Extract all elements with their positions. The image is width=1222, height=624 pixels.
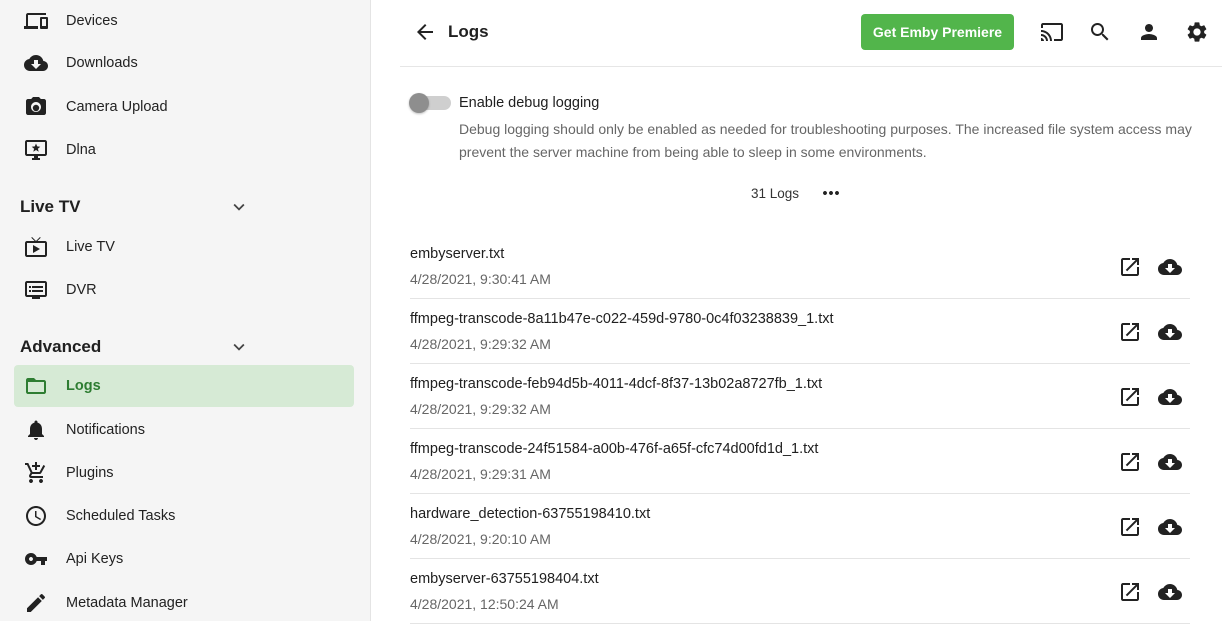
gear-icon[interactable]: [1185, 20, 1209, 44]
debug-logging-toggle[interactable]: [409, 93, 453, 113]
log-date: 4/28/2021, 9:29:31 AM: [410, 466, 551, 482]
sidebar-item-label: Api Keys: [66, 551, 124, 567]
cloud-download-icon[interactable]: [1158, 450, 1182, 474]
back-arrow-icon[interactable]: [413, 20, 437, 44]
sidebar-item-label: Logs: [66, 378, 101, 394]
cloud-download-icon: [24, 51, 48, 75]
log-date: 4/28/2021, 9:20:10 AM: [410, 531, 551, 547]
open-in-new-icon[interactable]: [1118, 450, 1142, 474]
live-tv-icon: [24, 235, 48, 259]
cloud-download-icon[interactable]: [1158, 385, 1182, 409]
dvr-icon: [24, 278, 48, 302]
open-in-new-icon[interactable]: [1118, 580, 1142, 604]
open-in-new-icon[interactable]: [1118, 515, 1142, 539]
log-date: 4/28/2021, 9:29:32 AM: [410, 336, 551, 352]
log-file-name[interactable]: ffmpeg-transcode-24f51584-a00b-476f-a65f…: [410, 441, 818, 457]
sidebar-item-label: DVR: [66, 282, 97, 298]
sidebar-item-logs[interactable]: Logs: [14, 365, 354, 407]
sidebar-item-notifications[interactable]: Notifications: [14, 409, 354, 451]
open-in-new-icon[interactable]: [1118, 255, 1142, 279]
cast-icon[interactable]: [1040, 20, 1064, 44]
cloud-download-icon[interactable]: [1158, 320, 1182, 344]
sidebar-item-label: Dlna: [66, 142, 96, 158]
log-date: 4/28/2021, 12:50:24 AM: [410, 596, 559, 612]
key-icon: [24, 547, 48, 571]
sidebar-item-label: Devices: [66, 13, 118, 29]
pencil-icon: [24, 591, 48, 615]
sidebar-item-scheduled-tasks[interactable]: Scheduled Tasks: [14, 495, 354, 537]
user-icon[interactable]: [1137, 20, 1161, 44]
sidebar-item-label: Live TV: [66, 239, 115, 255]
search-icon[interactable]: [1088, 20, 1112, 44]
section-title: Live TV: [20, 197, 81, 216]
devices-icon: [24, 9, 48, 33]
list-item[interactable]: ffmpeg-transcode-8a11b47e-c022-459d-9780…: [410, 299, 1190, 364]
sidebar-item-dlna[interactable]: Dlna: [14, 129, 354, 171]
log-date: 4/28/2021, 9:29:32 AM: [410, 401, 551, 417]
debug-logging-label: Enable debug logging: [459, 95, 600, 111]
sidebar-item-label: Notifications: [66, 422, 145, 438]
log-file-name[interactable]: ffmpeg-transcode-8a11b47e-c022-459d-9780…: [410, 311, 834, 327]
cloud-download-icon[interactable]: [1158, 580, 1182, 604]
sidebar-item-label: Downloads: [66, 55, 138, 71]
sidebar: Devices Downloads Camera Upload Dlna Liv…: [0, 0, 371, 621]
log-date: 4/28/2021, 9:30:41 AM: [410, 271, 551, 287]
toggle-knob: [409, 93, 429, 113]
list-item[interactable]: ffmpeg-transcode-24f51584-a00b-476f-a65f…: [410, 429, 1190, 494]
section-header-live-tv[interactable]: Live TV: [20, 192, 250, 222]
cloud-download-icon[interactable]: [1158, 515, 1182, 539]
chevron-down-icon: [233, 343, 245, 351]
list-item[interactable]: hardware_detection-63755198410.txt 4/28/…: [410, 494, 1190, 559]
cloud-download-icon[interactable]: [1158, 255, 1182, 279]
add-shopping-cart-icon: [24, 461, 48, 485]
open-in-new-icon[interactable]: [1118, 320, 1142, 344]
sidebar-item-label: Plugins: [66, 465, 114, 481]
sidebar-item-live-tv[interactable]: Live TV: [14, 226, 354, 268]
list-item[interactable]: ffmpeg-transcode-feb94d5b-4011-4dcf-8f37…: [410, 364, 1190, 429]
clock-icon: [24, 504, 48, 528]
sidebar-item-label: Camera Upload: [66, 99, 168, 115]
section-header-advanced[interactable]: Advanced: [20, 332, 250, 362]
log-file-name[interactable]: ffmpeg-transcode-feb94d5b-4011-4dcf-8f37…: [410, 376, 822, 392]
sidebar-item-devices[interactable]: Devices: [14, 0, 354, 42]
chevron-down-icon: [233, 203, 245, 211]
sidebar-item-label: Metadata Manager: [66, 595, 188, 611]
sidebar-item-label: Scheduled Tasks: [66, 508, 176, 524]
header-bar: Logs Get Emby Premiere: [400, 0, 1222, 67]
open-in-new-icon[interactable]: [1118, 385, 1142, 409]
sidebar-item-metadata-manager[interactable]: Metadata Manager: [14, 582, 354, 621]
sidebar-item-dvr[interactable]: DVR: [14, 269, 354, 311]
folder-icon: [24, 374, 48, 398]
main-content: Logs Get Emby Premiere Enable debug logg…: [371, 0, 1222, 624]
list-item[interactable]: embyserver.txt 4/28/2021, 9:30:41 AM: [410, 234, 1190, 299]
sidebar-item-camera-upload[interactable]: Camera Upload: [14, 86, 354, 128]
debug-logging-description: Debug logging should only be enabled as …: [459, 121, 1192, 160]
page-title: Logs: [448, 22, 489, 41]
list-item[interactable]: embyserver-63755198404.txt 4/28/2021, 12…: [410, 559, 1190, 624]
camera-icon: [24, 95, 48, 119]
dlna-icon: [24, 138, 48, 162]
log-file-name[interactable]: embyserver.txt: [410, 246, 504, 262]
log-list: embyserver.txt 4/28/2021, 9:30:41 AM ffm…: [410, 234, 1190, 624]
sidebar-item-downloads[interactable]: Downloads: [14, 42, 354, 84]
log-count: 31 Logs: [751, 186, 800, 201]
more-horiz-icon[interactable]: [819, 181, 843, 205]
log-file-name[interactable]: hardware_detection-63755198410.txt: [410, 506, 650, 522]
section-title: Advanced: [20, 337, 102, 356]
bell-icon: [24, 418, 48, 442]
sidebar-item-plugins[interactable]: Plugins: [14, 452, 354, 494]
sidebar-item-api-keys[interactable]: Api Keys: [14, 538, 354, 580]
get-premiere-button[interactable]: Get Emby Premiere: [861, 14, 1014, 50]
log-file-name[interactable]: embyserver-63755198404.txt: [410, 571, 599, 587]
